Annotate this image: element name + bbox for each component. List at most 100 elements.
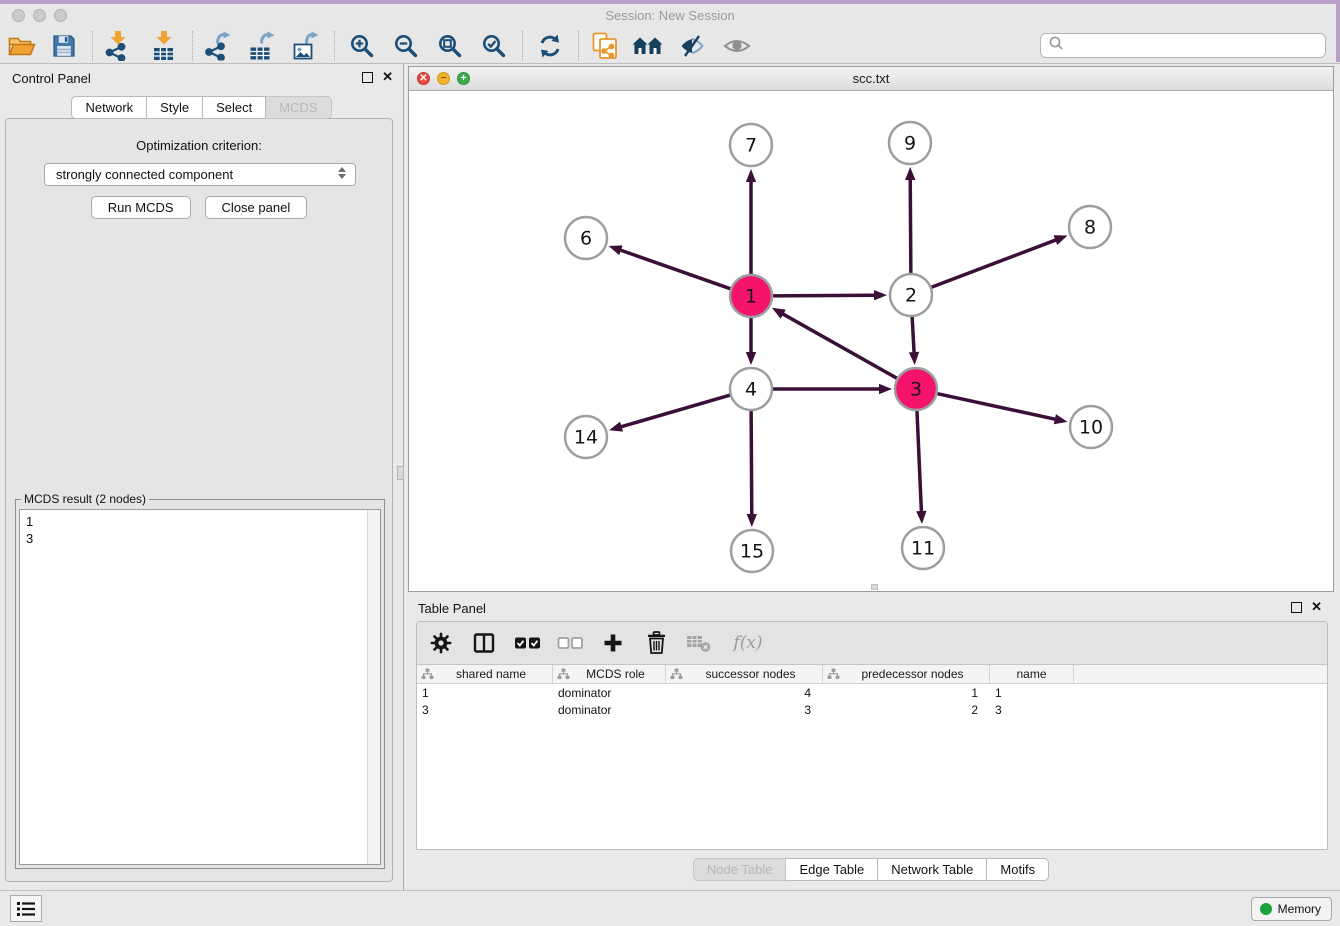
close-table-panel-icon[interactable]: ✕ — [1311, 601, 1322, 613]
table-row[interactable]: 3dominator323 — [417, 701, 1327, 718]
mcds-result-text[interactable]: 1 3 — [19, 509, 381, 865]
graph-node-6[interactable]: 6 — [565, 217, 607, 259]
network-resize-handle[interactable] — [871, 584, 878, 590]
import-table-icon[interactable] — [151, 31, 177, 61]
column-header-predecessor-nodes[interactable]: predecessor nodes — [823, 665, 990, 683]
save-session-icon[interactable] — [52, 33, 77, 58]
refresh-layout-icon[interactable] — [537, 33, 563, 59]
search-field[interactable] — [1040, 33, 1326, 58]
result-scrollbar[interactable] — [367, 510, 380, 864]
graph-edge-1-6[interactable] — [619, 250, 733, 290]
graph-node-8[interactable]: 8 — [1069, 206, 1111, 248]
graph-edge-3-11[interactable] — [917, 408, 922, 513]
cell-shared-name[interactable]: 1 — [417, 686, 553, 700]
graph-node-label: 4 — [745, 379, 757, 401]
function-builder-icon[interactable]: f(x) — [728, 633, 768, 653]
tab-mcds[interactable]: MCDS — [266, 96, 331, 119]
graph-node-11[interactable]: 11 — [902, 527, 944, 569]
zoom-fit-icon[interactable] — [437, 33, 463, 59]
network-from-clipboard-icon[interactable] — [592, 32, 618, 60]
tab-style[interactable]: Style — [147, 96, 203, 119]
control-panel: Control Panel ✕ NetworkStyleSelectMCDS O… — [0, 64, 404, 890]
show-hide-details-icon[interactable] — [723, 36, 751, 56]
cell-successor-nodes[interactable]: 3 — [666, 703, 823, 717]
cell-predecessor-nodes[interactable]: 1 — [823, 686, 990, 700]
tab-select[interactable]: Select — [203, 96, 266, 119]
show-column-icon[interactable] — [470, 631, 498, 655]
tab-edge-table[interactable]: Edge Table — [786, 858, 878, 881]
column-header-name[interactable]: name — [990, 665, 1074, 683]
run-mcds-button[interactable]: Run MCDS — [91, 196, 191, 219]
graph-edge-4-15[interactable] — [751, 408, 752, 516]
column-header-mcds-role[interactable]: MCDS role — [553, 665, 666, 683]
column-header-shared-name[interactable]: shared name — [417, 665, 553, 683]
open-session-icon[interactable] — [8, 34, 36, 58]
graph-edge-3-1[interactable] — [781, 313, 899, 379]
tab-network[interactable]: Network — [71, 96, 147, 119]
graph-node-14[interactable]: 14 — [565, 416, 607, 458]
graph-node-10[interactable]: 10 — [1070, 406, 1112, 448]
table-panel-title: Table Panel — [418, 601, 486, 616]
task-history-button[interactable] — [10, 895, 42, 922]
home-icon[interactable] — [632, 35, 664, 57]
float-panel-icon[interactable] — [362, 72, 373, 83]
network-window-titlebar[interactable]: ✕ − + scc.txt — [409, 67, 1333, 91]
close-panel-icon[interactable]: ✕ — [382, 71, 393, 83]
criterion-select[interactable]: strongly connected component — [44, 163, 356, 186]
graph-edge-2-9[interactable] — [910, 178, 911, 276]
export-table-icon[interactable] — [249, 31, 276, 60]
graph-node-7[interactable]: 7 — [730, 124, 772, 166]
tab-node-table[interactable]: Node Table — [693, 858, 787, 881]
cell-mcds-role[interactable]: dominator — [553, 703, 666, 717]
search-input[interactable] — [1069, 38, 1325, 53]
delete-column-icon[interactable] — [642, 631, 670, 655]
cell-shared-name[interactable]: 3 — [417, 703, 553, 717]
export-image-icon[interactable] — [293, 31, 320, 60]
graph-edge-2-3[interactable] — [912, 314, 914, 354]
node-table-container: f(x) shared nameMCDS rolesuccessor nodes… — [416, 621, 1328, 850]
create-column-icon[interactable] — [599, 632, 627, 654]
cell-name[interactable]: 3 — [990, 703, 1074, 717]
export-network-icon[interactable] — [205, 31, 232, 60]
cell-successor-nodes[interactable]: 4 — [666, 686, 823, 700]
graph-node-3[interactable]: 3 — [895, 368, 937, 410]
network-graph[interactable]: 7 9 6 8 1 2 4 3 14 10 15 11 — [409, 91, 1333, 591]
column-header-successor-nodes[interactable]: successor nodes — [666, 665, 823, 683]
graph-node-4[interactable]: 4 — [730, 368, 772, 410]
float-table-panel-icon[interactable] — [1291, 602, 1302, 613]
table-row[interactable]: 1dominator411 — [417, 684, 1327, 701]
network-canvas[interactable]: 7 9 6 8 1 2 4 3 14 10 15 11 — [409, 91, 1333, 591]
close-panel-button[interactable]: Close panel — [205, 196, 308, 219]
import-network-icon[interactable] — [105, 31, 131, 61]
cell-predecessor-nodes[interactable]: 2 — [823, 703, 990, 717]
tree-icon — [421, 668, 434, 680]
delete-table-icon[interactable] — [685, 633, 713, 653]
graph-edge-2-8[interactable] — [929, 239, 1058, 288]
deselect-all-columns-icon[interactable] — [556, 634, 584, 652]
cell-name[interactable]: 1 — [990, 686, 1074, 700]
zoom-out-icon[interactable] — [393, 33, 419, 59]
select-all-columns-icon[interactable] — [513, 634, 541, 652]
tab-network-table[interactable]: Network Table — [878, 858, 987, 881]
search-icon — [1048, 35, 1064, 56]
graph-node-1[interactable]: 1 — [730, 275, 772, 317]
mcds-result-group: MCDS result (2 nodes) 1 3 — [15, 499, 385, 869]
zoom-in-icon[interactable] — [349, 33, 375, 59]
graphics-details-icon[interactable] — [679, 34, 705, 57]
graph-node-15[interactable]: 15 — [731, 530, 773, 572]
toolbar-separator — [334, 31, 335, 61]
tab-motifs[interactable]: Motifs — [987, 858, 1049, 881]
memory-button[interactable]: Memory — [1251, 897, 1332, 921]
cell-mcds-role[interactable]: dominator — [553, 686, 666, 700]
graph-node-9[interactable]: 9 — [889, 122, 931, 164]
graph-node-2[interactable]: 2 — [890, 274, 932, 316]
status-bar: Memory — [0, 890, 1340, 926]
graph-edge-3-10[interactable] — [935, 393, 1057, 420]
column-header-label: predecessor nodes — [840, 667, 985, 681]
graph-edge-1-2[interactable] — [770, 295, 876, 296]
panel-splitter-handle[interactable] — [397, 466, 404, 480]
graph-edge-4-14[interactable] — [620, 394, 733, 427]
graph-edge-arrowhead — [1054, 414, 1068, 424]
zoom-selected-icon[interactable] — [481, 33, 507, 59]
table-options-icon[interactable] — [427, 632, 455, 654]
